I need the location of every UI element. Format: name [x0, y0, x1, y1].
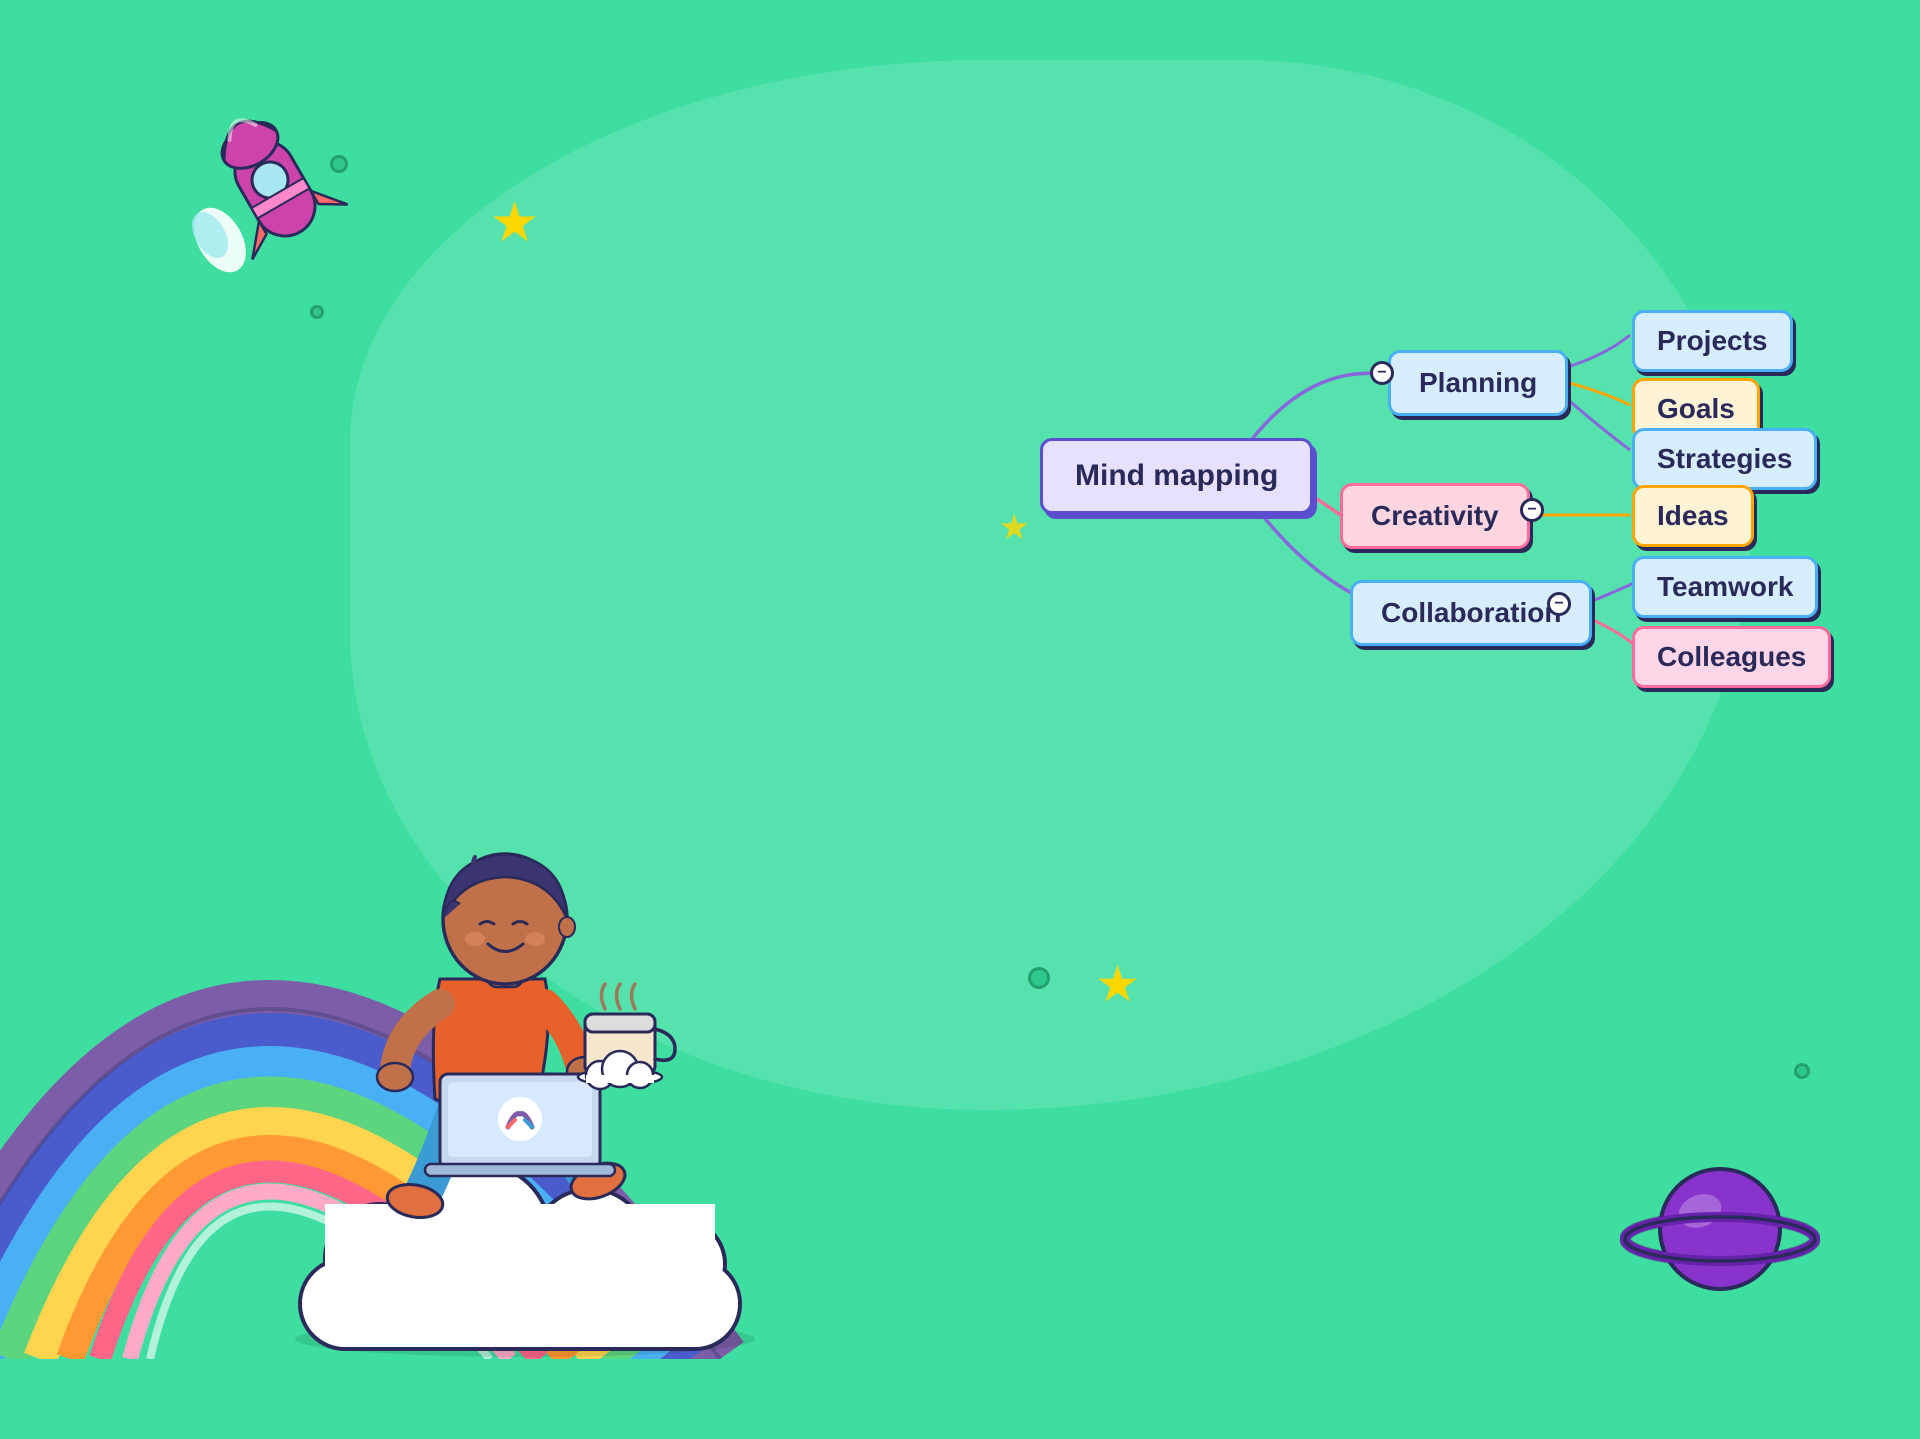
- mindmap-center-node[interactable]: Mind mapping: [1040, 438, 1313, 514]
- creativity-node[interactable]: Creativity: [1340, 483, 1530, 549]
- planning-node[interactable]: Planning: [1388, 350, 1568, 416]
- ideas-node[interactable]: Ideas: [1632, 485, 1754, 547]
- strategies-node[interactable]: Strategies: [1632, 428, 1817, 490]
- mindmap-container: Mind mapping − Planning Projects Goals S…: [920, 160, 1820, 780]
- dot-2: [310, 305, 324, 319]
- star-decoration-1: ★: [490, 195, 539, 250]
- coffee-illustration: [560, 979, 680, 1119]
- projects-node[interactable]: Projects: [1632, 310, 1793, 372]
- planning-connector[interactable]: −: [1370, 361, 1394, 385]
- creativity-connector[interactable]: −: [1520, 498, 1544, 522]
- star-decoration-3: ★: [1095, 959, 1140, 1009]
- teamwork-node[interactable]: Teamwork: [1632, 556, 1818, 618]
- dot-3: [1028, 967, 1050, 989]
- rocket-illustration: [160, 80, 380, 280]
- collaboration-connector[interactable]: −: [1547, 592, 1571, 616]
- dot-4: [1794, 1063, 1810, 1079]
- planet-illustration: [1620, 1139, 1820, 1319]
- colleagues-node[interactable]: Colleagues: [1632, 626, 1831, 688]
